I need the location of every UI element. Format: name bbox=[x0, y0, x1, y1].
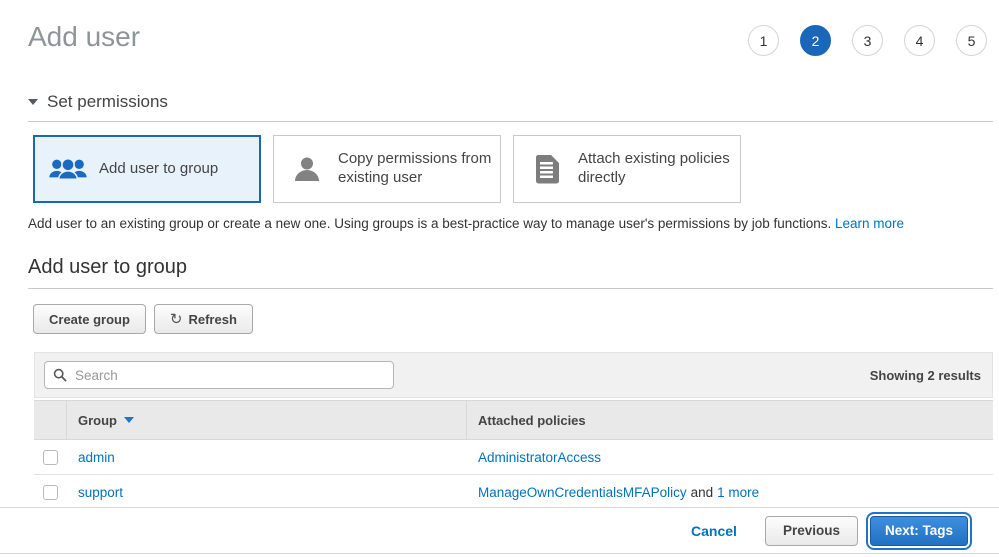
policies-column-label: Attached policies bbox=[478, 413, 586, 428]
refresh-label: Refresh bbox=[188, 312, 236, 327]
search-icon bbox=[53, 368, 67, 382]
previous-button[interactable]: Previous bbox=[765, 516, 858, 546]
table-header-row: Group Attached policies bbox=[34, 400, 993, 440]
policy-connector: and bbox=[691, 485, 714, 500]
user-icon bbox=[287, 154, 327, 184]
search-box bbox=[44, 361, 394, 389]
collapse-arrow-icon[interactable] bbox=[28, 99, 38, 105]
create-group-button[interactable]: Create group bbox=[33, 304, 146, 334]
cancel-button[interactable]: Cancel bbox=[691, 523, 737, 539]
divider bbox=[28, 288, 993, 289]
wizard-footer: Cancel Previous Next: Tags bbox=[0, 507, 999, 554]
refresh-button[interactable]: ↻ Refresh bbox=[154, 304, 253, 334]
step-circle-5: 5 bbox=[956, 25, 987, 56]
header-group-cell: Group bbox=[67, 401, 467, 439]
learn-more-link[interactable]: Learn more bbox=[835, 216, 904, 231]
step-circle-3: 3 bbox=[852, 25, 883, 56]
page-title: Add user bbox=[28, 20, 140, 54]
table-row: admin AdministratorAccess bbox=[34, 440, 993, 475]
set-permissions-header: Set permissions bbox=[28, 92, 971, 112]
divider bbox=[28, 121, 993, 122]
set-permissions-title: Set permissions bbox=[47, 92, 168, 112]
group-link[interactable]: support bbox=[78, 485, 123, 500]
row-checkbox[interactable] bbox=[43, 485, 58, 500]
search-input[interactable] bbox=[44, 361, 394, 389]
header-checkbox-cell bbox=[34, 401, 67, 439]
add-user-to-group-title: Add user to group bbox=[28, 255, 971, 279]
step-circle-4: 4 bbox=[904, 25, 935, 56]
step-indicator: 1 2 3 4 5 bbox=[748, 25, 987, 56]
table-row: support ManageOwnCredentialsMFAPolicy an… bbox=[34, 475, 993, 510]
step-circle-2-active: 2 bbox=[800, 25, 831, 56]
next-tags-button[interactable]: Next: Tags bbox=[870, 516, 968, 546]
policy-link[interactable]: ManageOwnCredentialsMFAPolicy bbox=[478, 485, 687, 500]
card-add-user-to-group[interactable]: Add user to group bbox=[33, 135, 261, 203]
policy-link[interactable]: AdministratorAccess bbox=[478, 450, 601, 465]
document-icon bbox=[527, 154, 567, 184]
table-toolbar: Showing 2 results bbox=[34, 352, 993, 398]
results-count: Showing 2 results bbox=[870, 368, 981, 383]
groups-table: Showing 2 results Group Attached policie… bbox=[34, 352, 993, 510]
groups-description: Add user to an existing group or create … bbox=[28, 216, 971, 231]
card-attach-policies[interactable]: Attach existing policies directly bbox=[513, 135, 741, 203]
card-label: Add user to group bbox=[99, 160, 218, 179]
sort-desc-icon bbox=[124, 417, 134, 423]
group-column-label: Group bbox=[78, 413, 117, 428]
more-policies-link[interactable]: 1 more bbox=[717, 485, 759, 500]
group-column-sort[interactable]: Group bbox=[78, 413, 134, 428]
refresh-icon: ↻ bbox=[170, 312, 183, 327]
card-label: Attach existing policies directly bbox=[578, 150, 732, 188]
users-icon bbox=[48, 155, 88, 183]
card-label: Copy permissions from existing user bbox=[338, 150, 492, 188]
step-circle-1: 1 bbox=[748, 25, 779, 56]
header-policies-cell: Attached policies bbox=[467, 401, 993, 439]
add-user-page: Add user 1 2 3 4 5 Set permissions bbox=[0, 0, 999, 557]
group-actions: Create group ↻ Refresh bbox=[33, 304, 999, 334]
row-checkbox[interactable] bbox=[43, 450, 58, 465]
permission-option-cards: Add user to group Copy permissions from … bbox=[33, 135, 999, 203]
page-header: Add user 1 2 3 4 5 bbox=[0, 0, 999, 56]
description-text: Add user to an existing group or create … bbox=[28, 216, 831, 231]
card-copy-permissions[interactable]: Copy permissions from existing user bbox=[273, 135, 501, 203]
group-link[interactable]: admin bbox=[78, 450, 115, 465]
